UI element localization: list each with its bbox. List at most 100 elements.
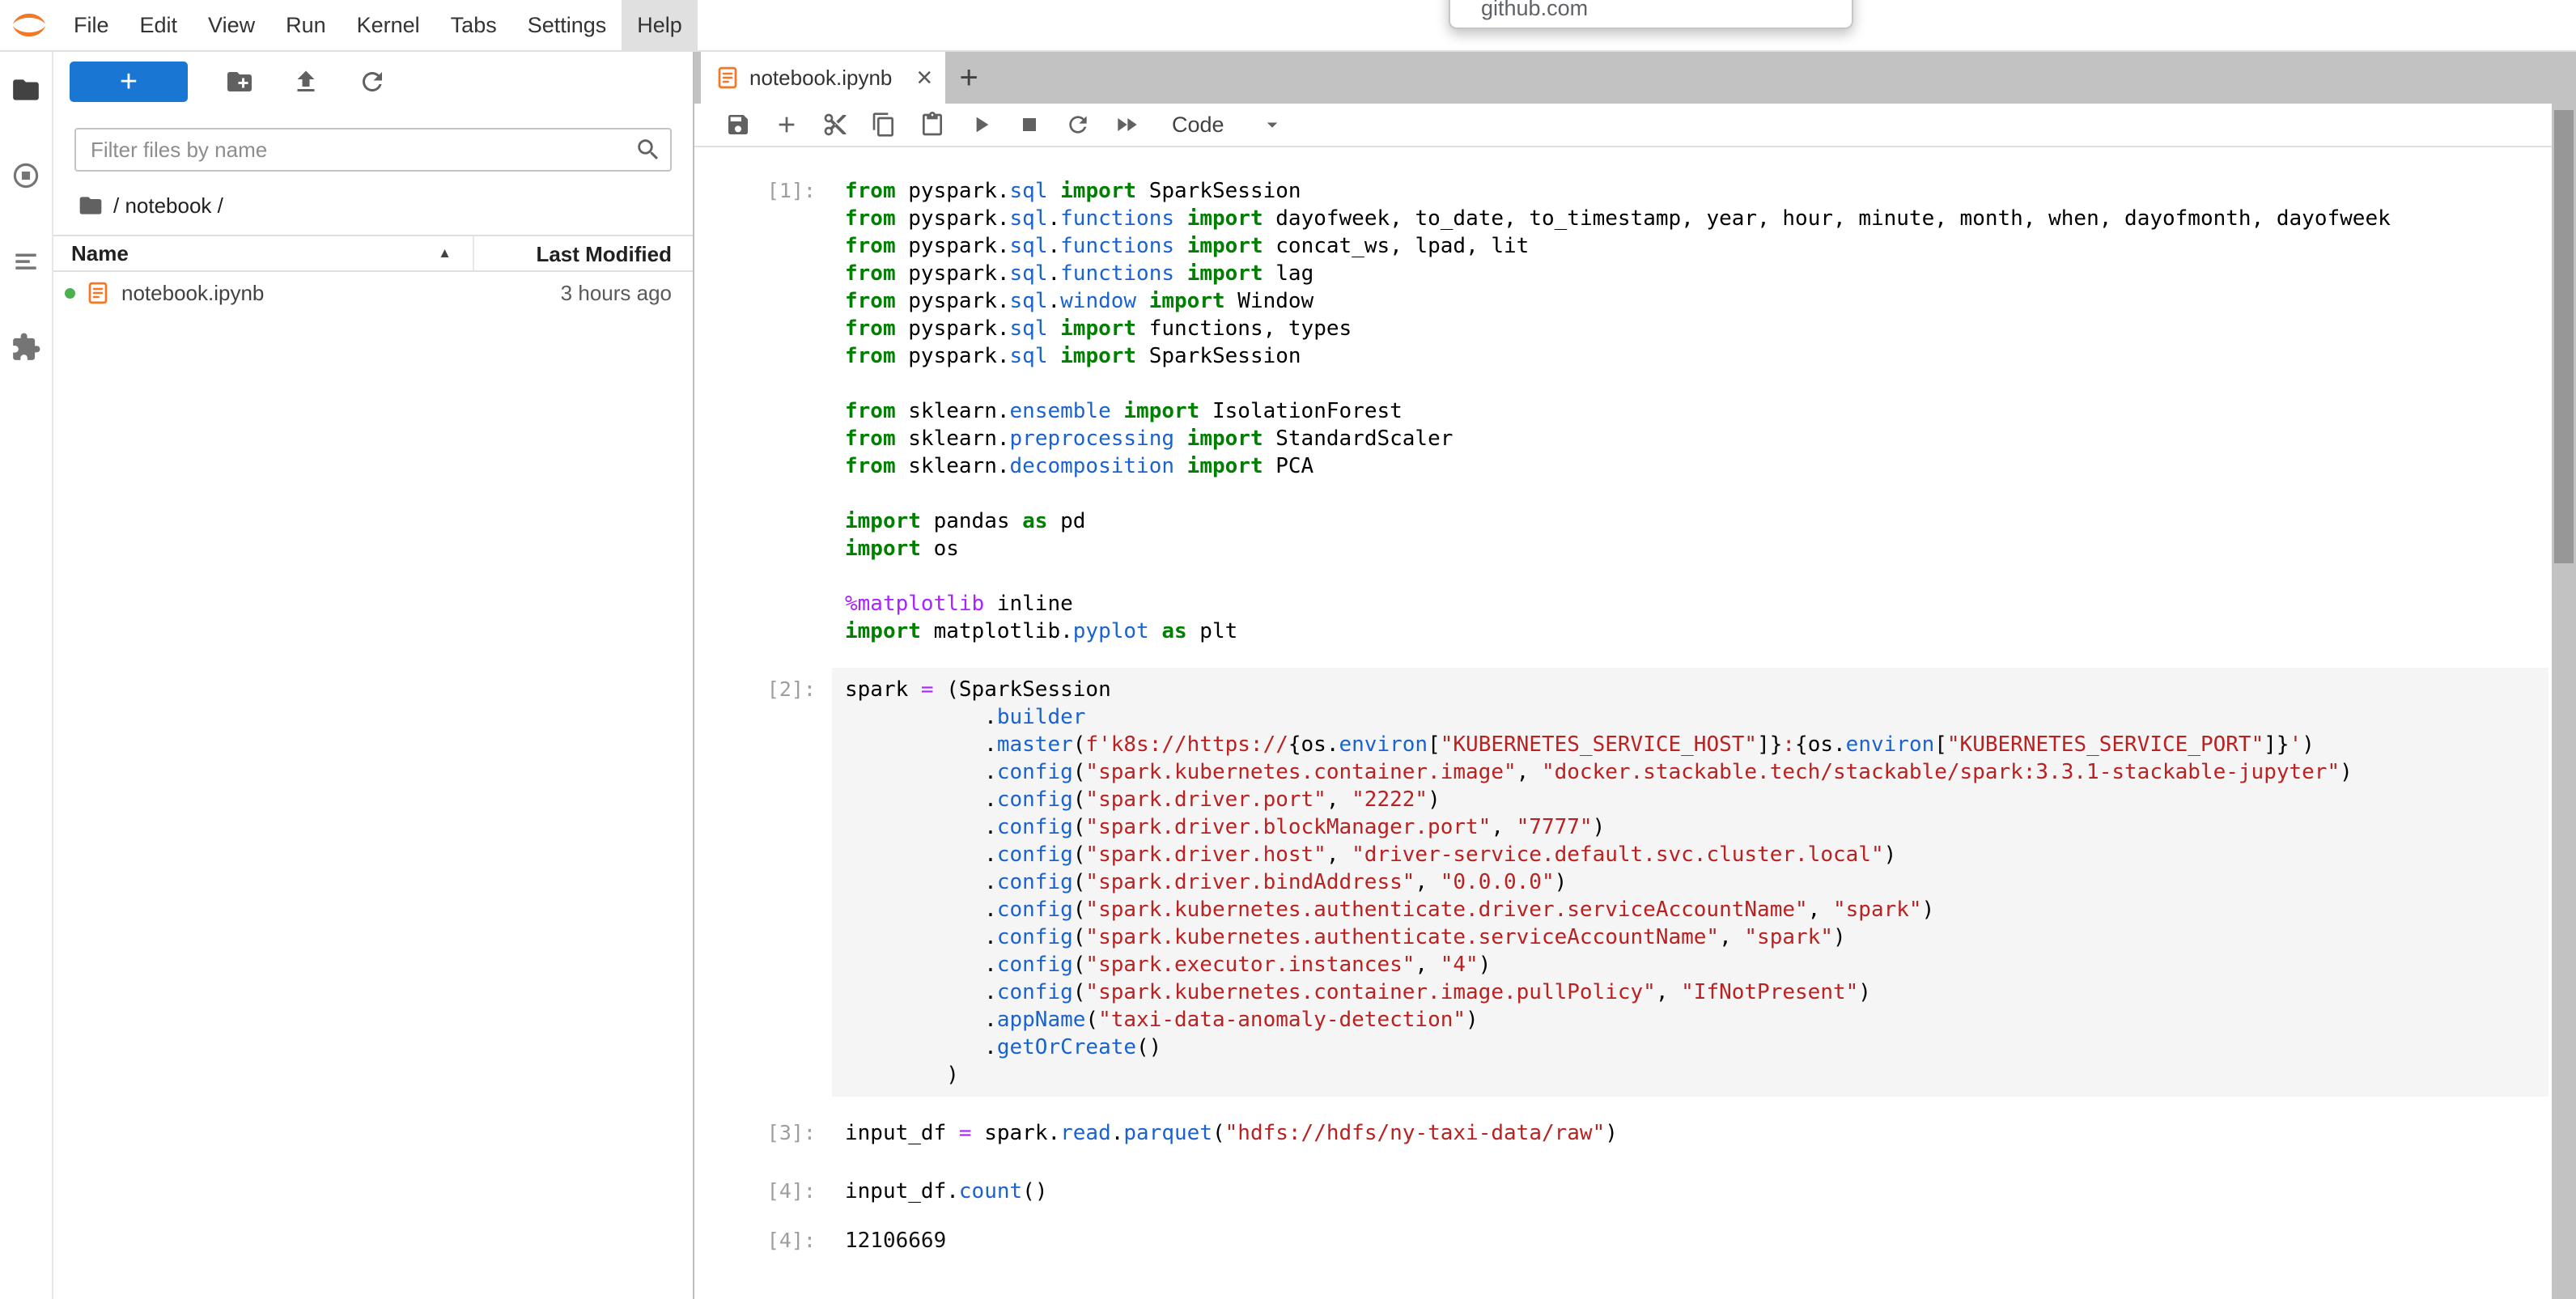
input-prompt: [1]: (694, 169, 832, 653)
file-last-modified: 3 hours ago (473, 281, 693, 306)
tab-bar: notebook.ipynb× + (694, 52, 2576, 104)
code-line: import pandas as pd (845, 507, 2536, 535)
chevron-down-icon (1260, 112, 1284, 137)
code-line: .config("spark.kubernetes.authenticate.d… (845, 896, 2536, 923)
new-folder-button[interactable] (225, 67, 254, 96)
code-line: import os (845, 535, 2536, 562)
popup-text: github.com (1481, 0, 1588, 21)
code-line: input_df = spark.read.parquet("hdfs://hd… (845, 1119, 2536, 1147)
code-line (845, 562, 2536, 590)
upload-button[interactable] (291, 67, 320, 96)
column-header-name[interactable]: Name ▲ (53, 236, 473, 270)
code-cell-1[interactable]: [1]:from pyspark.sql import SparkSession… (694, 162, 2548, 660)
code-line: import matplotlib.pyplot as plt (845, 618, 2536, 645)
folder-icon (78, 193, 104, 219)
close-icon[interactable]: × (916, 64, 932, 91)
dock-panel: notebook.ipynb× + Code [1]:from pyspark.… (693, 52, 2576, 1299)
code-editor[interactable]: spark = (SparkSession .builder .master(f… (832, 668, 2548, 1097)
cell-type-dropdown[interactable]: Code (1172, 112, 1284, 138)
jupyter-logo-icon (0, 6, 58, 45)
code-line: %matplotlib inline (845, 590, 2536, 618)
activity-bar (0, 52, 53, 1299)
menu-item-kernel[interactable]: Kernel (342, 0, 435, 50)
menu-item-tabs[interactable]: Tabs (435, 0, 512, 50)
cut-cells-button[interactable] (811, 103, 859, 146)
menu-item-file[interactable]: File (58, 0, 125, 50)
notebook-file-icon (86, 281, 121, 305)
code-line: from pyspark.sql import SparkSession (845, 342, 2536, 370)
menu-item-view[interactable]: View (193, 0, 270, 50)
extensions-icon[interactable] (11, 332, 41, 364)
code-line (845, 370, 2536, 397)
run-cell-button[interactable] (957, 103, 1005, 146)
cell-type-value: Code (1172, 112, 1224, 138)
notebook-icon (715, 66, 740, 90)
file-browser-icon[interactable] (11, 74, 41, 107)
interrupt-kernel-button[interactable] (1005, 103, 1054, 146)
table-of-contents-icon[interactable] (11, 246, 41, 278)
code-line: from pyspark.sql import SparkSession (845, 177, 2536, 205)
code-cell-4[interactable]: [4]:input_df.count() (694, 1162, 2548, 1220)
code-line: from pyspark.sql.functions import dayofw… (845, 205, 2536, 232)
code-line: .config("spark.kubernetes.authenticate.s… (845, 923, 2536, 951)
code-line: from pyspark.sql.window import Window (845, 287, 2536, 315)
breadcrumb-path: / notebook / (113, 193, 223, 219)
code-line: .config("spark.driver.bindAddress", "0.0… (845, 868, 2536, 896)
code-editor[interactable]: input_df = spark.read.parquet("hdfs://hd… (832, 1111, 2548, 1155)
input-prompt: [3]: (694, 1111, 832, 1155)
sort-ascending-icon: ▲ (438, 245, 452, 261)
paste-cells-button[interactable] (908, 103, 957, 146)
output-text: 12106669 (832, 1225, 959, 1256)
menu-items: FileEditViewRunKernelTabsSettingsHelp (58, 0, 698, 50)
code-line: from pyspark.sql import functions, types (845, 315, 2536, 342)
input-prompt: [2]: (694, 668, 832, 1097)
cell-output: [4]:12106669 (694, 1220, 2548, 1261)
refresh-button[interactable] (358, 67, 387, 96)
file-row[interactable]: notebook.ipynb3 hours ago (53, 272, 693, 314)
file-browser-panel: + / notebook / Name ▲ Last Modified note… (53, 52, 693, 1299)
restart-run-all-button[interactable] (1102, 103, 1151, 146)
save-button[interactable] (714, 103, 762, 146)
menu-item-settings[interactable]: Settings (512, 0, 622, 50)
file-browser-toolbar: + (53, 52, 693, 112)
new-launcher-button[interactable]: + (70, 62, 188, 102)
tab-notebook[interactable]: notebook.ipynb× (701, 52, 945, 104)
code-line: .appName("taxi-data-anomaly-detection") (845, 1006, 2536, 1034)
output-prompt: [4]: (694, 1225, 832, 1256)
code-line: input_df.count() (845, 1178, 2536, 1205)
running-kernels-icon[interactable] (11, 160, 41, 193)
column-header-last-modified[interactable]: Last Modified (473, 236, 693, 270)
main-area: + / notebook / Name ▲ Last Modified note… (0, 52, 2576, 1299)
menu-item-help[interactable]: Help (622, 0, 698, 50)
file-list: notebook.ipynb3 hours ago (53, 272, 693, 314)
code-line: from pyspark.sql.functions import concat… (845, 232, 2536, 260)
code-line: .builder (845, 703, 2536, 731)
add-tab-button[interactable]: + (945, 52, 992, 104)
code-editor[interactable]: input_df.count() (832, 1170, 2548, 1213)
scrollbar-thumb[interactable] (2554, 110, 2574, 563)
breadcrumb[interactable]: / notebook / (53, 172, 693, 235)
code-cell-2[interactable]: [2]:spark = (SparkSession .builder .mast… (694, 660, 2548, 1104)
fb-action-icons (225, 67, 387, 96)
code-line: from sklearn.ensemble import IsolationFo… (845, 397, 2536, 425)
code-line: from sklearn.decomposition import PCA (845, 452, 2536, 480)
restart-kernel-button[interactable] (1054, 103, 1102, 146)
code-cell-3[interactable]: [3]: input_df = spark.read.parquet("hdfs:… (694, 1104, 2548, 1162)
code-line: .config("spark.kubernetes.container.imag… (845, 758, 2536, 786)
code-line (845, 480, 2536, 507)
menu-item-run[interactable]: Run (270, 0, 342, 50)
search-icon (634, 136, 662, 168)
code-line: from pyspark.sql.functions import lag (845, 260, 2536, 287)
code-line: from sklearn.preprocessing import Standa… (845, 425, 2536, 452)
code-line: .config("spark.driver.host", "driver-ser… (845, 841, 2536, 868)
insert-cell-button[interactable] (762, 103, 811, 146)
menu-item-edit[interactable]: Edit (125, 0, 193, 50)
notebook-toolbar: Code (694, 104, 2576, 147)
copy-cells-button[interactable] (859, 103, 908, 146)
vertical-scrollbar[interactable] (2552, 104, 2576, 1299)
code-editor[interactable]: from pyspark.sql import SparkSessionfrom… (832, 169, 2548, 653)
code-line: .config("spark.kubernetes.container.imag… (845, 978, 2536, 1006)
code-line: .config("spark.driver.blockManager.port"… (845, 813, 2536, 841)
filter-files-input[interactable] (74, 128, 672, 172)
code-line: ) (845, 1061, 2536, 1089)
